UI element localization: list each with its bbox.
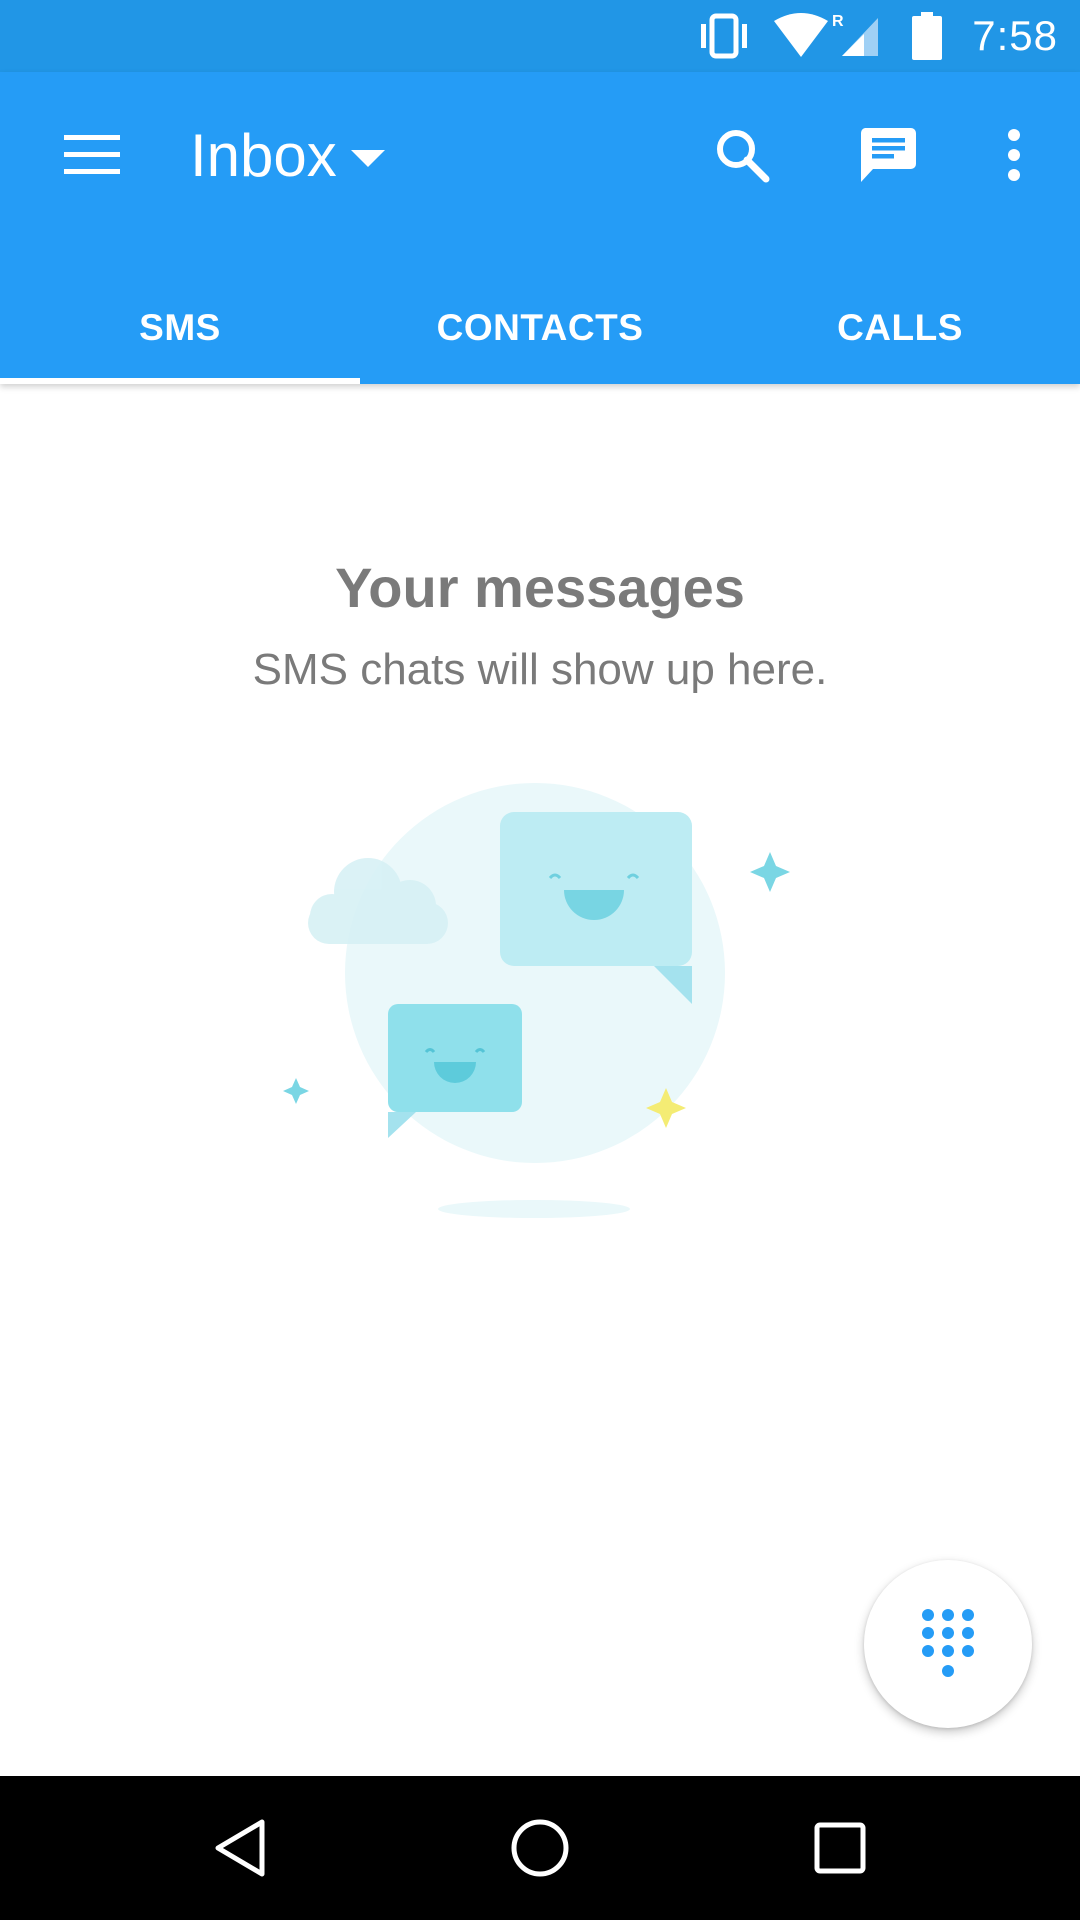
empty-messages-illustration xyxy=(283,783,790,1218)
tab-calls[interactable]: CALLS xyxy=(720,272,1080,384)
overflow-menu-button[interactable] xyxy=(970,111,1058,199)
status-time: 7:58 xyxy=(972,12,1058,59)
new-message-button[interactable] xyxy=(844,111,932,199)
caret-down-icon xyxy=(350,150,385,167)
home-button[interactable] xyxy=(490,1798,590,1898)
empty-state-subtitle: SMS chats will show up here. xyxy=(252,645,828,694)
tab-contacts[interactable]: CONTACTS xyxy=(360,272,720,384)
roaming-label: R xyxy=(832,13,844,30)
search-button[interactable] xyxy=(698,111,786,199)
page-title: Inbox xyxy=(190,121,337,189)
tab-bar: SMS CONTACTS CALLS xyxy=(0,272,1080,384)
cell-signal-roaming-icon: R xyxy=(832,13,879,56)
recents-icon xyxy=(814,1822,866,1874)
tab-sms[interactable]: SMS xyxy=(0,272,360,384)
hamburger-menu-icon xyxy=(64,135,120,174)
chat-message-icon xyxy=(860,128,916,182)
screen: R 7:58 Inbox SMS CONTACTS CALLS Your mes… xyxy=(0,0,1080,1920)
back-icon xyxy=(215,1819,265,1877)
system-navigation-bar xyxy=(0,1776,1080,1920)
recents-button[interactable] xyxy=(790,1798,890,1898)
sparkle-icon xyxy=(283,1078,309,1104)
status-icons: R 7:58 xyxy=(674,0,1058,72)
app-bar: Inbox SMS CONTACTS CALLS xyxy=(0,72,1080,384)
dialpad-fab[interactable] xyxy=(864,1560,1032,1728)
back-button[interactable] xyxy=(190,1798,290,1898)
sparkle-icon xyxy=(750,852,790,892)
vibrate-icon xyxy=(701,13,748,59)
inbox-dropdown[interactable]: Inbox xyxy=(190,112,385,198)
search-icon xyxy=(717,130,770,183)
navigation-drawer-button[interactable] xyxy=(48,111,136,199)
tab-calls-label: CALLS xyxy=(837,307,963,348)
tab-sms-label: SMS xyxy=(139,307,221,348)
status-bar: R 7:58 xyxy=(0,0,1080,72)
empty-state-title: Your messages xyxy=(335,556,745,619)
dialpad-icon xyxy=(922,1609,974,1677)
tab-contacts-label: CONTACTS xyxy=(436,307,644,348)
wifi-icon xyxy=(774,13,829,57)
illustration-shadow xyxy=(438,1200,630,1218)
tab-selected-indicator xyxy=(0,378,360,384)
overflow-menu-icon xyxy=(1008,129,1020,181)
battery-icon xyxy=(912,12,943,60)
toolbar: Inbox xyxy=(0,72,1080,238)
home-icon xyxy=(511,1819,569,1877)
